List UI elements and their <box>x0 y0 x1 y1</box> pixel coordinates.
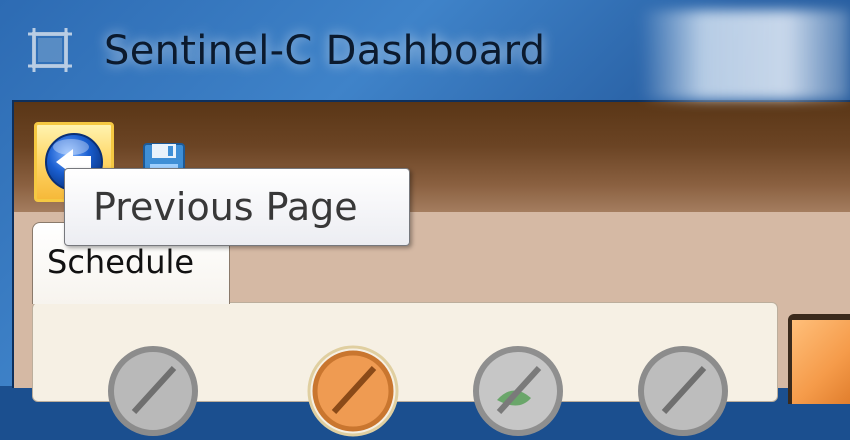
crosshair-window-icon <box>28 28 72 72</box>
gauge-icon[interactable] <box>104 342 202 440</box>
window-frame: Sentinel-C Dashboard Schedule Previous P… <box>0 0 850 437</box>
gauge-icon[interactable] <box>469 342 567 440</box>
window-title: Sentinel-C Dashboard <box>104 28 546 74</box>
side-panel-thumbnail[interactable] <box>792 320 850 404</box>
gauge-icon[interactable] <box>634 342 732 440</box>
side-panel <box>788 314 850 404</box>
tooltip-text: Previous Page <box>93 185 358 229</box>
previous-page-tooltip: Previous Page <box>64 168 410 246</box>
gauge-icon[interactable] <box>304 342 402 440</box>
tab-schedule-label: Schedule <box>47 243 195 281</box>
